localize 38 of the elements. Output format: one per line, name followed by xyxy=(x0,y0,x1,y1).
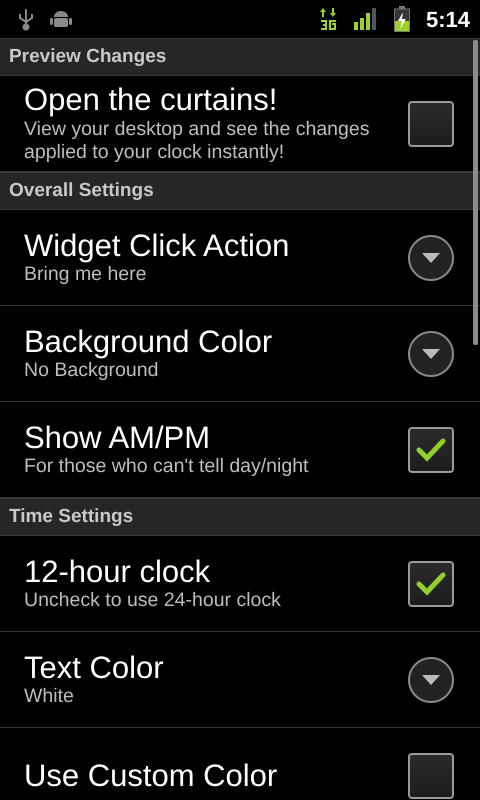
preference-summary: For those who can't tell day/night xyxy=(24,455,310,480)
preference-summary: White xyxy=(24,685,75,710)
triangle-down-icon xyxy=(422,348,440,358)
android-icon xyxy=(50,8,72,30)
section-header: Overall Settings xyxy=(0,172,480,210)
triangle-down-icon xyxy=(422,252,440,262)
section-header: Preview Changes xyxy=(0,38,480,76)
preference-title: Background Color xyxy=(24,324,274,360)
preference-title: Widget Click Action xyxy=(24,228,290,264)
preference-summary: View your desktop and see the changes applied to your clock instantly! xyxy=(24,118,370,166)
checkbox[interactable] xyxy=(408,752,454,798)
triangle-down-icon xyxy=(422,674,440,684)
preference-title: Open the curtains! xyxy=(24,82,278,118)
preference-title: Show AM/PM xyxy=(24,420,212,456)
preference-row[interactable]: Background Color No Background xyxy=(0,306,480,402)
checkbox[interactable] xyxy=(408,560,454,606)
battery-charging-icon xyxy=(394,6,410,32)
status-time: 5:14 xyxy=(426,6,470,34)
check-icon xyxy=(416,570,446,596)
preference-summary: Bring me here xyxy=(24,263,148,288)
dropdown-button[interactable] xyxy=(408,330,454,376)
usb-icon xyxy=(18,7,34,31)
preference-row[interactable]: 12-hour clock Uncheck to use 24-hour clock xyxy=(0,536,480,632)
section-header: Time Settings xyxy=(0,498,480,536)
dropdown-button[interactable] xyxy=(408,656,454,702)
preference-row[interactable]: Text Color White xyxy=(0,632,480,728)
preference-title: Text Color xyxy=(24,650,165,686)
preference-summary: No Background xyxy=(24,359,160,384)
preference-row[interactable]: Use Custom Color xyxy=(0,728,480,800)
checkbox[interactable] xyxy=(408,426,454,472)
3g-data-icon xyxy=(320,6,338,32)
check-icon xyxy=(416,436,446,462)
preference-summary: Uncheck to use 24-hour clock xyxy=(24,589,282,614)
preference-title: Use Custom Color xyxy=(24,758,278,794)
dropdown-button[interactable] xyxy=(408,234,454,280)
signal-icon xyxy=(354,8,378,30)
checkbox[interactable] xyxy=(408,100,454,146)
preference-title: 12-hour clock xyxy=(24,554,212,590)
